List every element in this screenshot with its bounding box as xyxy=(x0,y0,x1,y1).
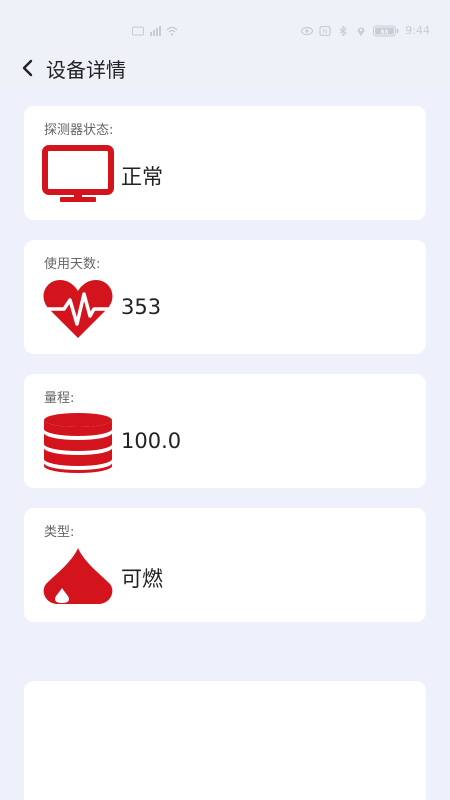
svg-text:N: N xyxy=(323,28,328,35)
eye-icon xyxy=(301,26,314,35)
battery-icon: 88 xyxy=(373,25,399,36)
page-title: 设备详情 xyxy=(46,58,126,82)
type-value: 可燃 xyxy=(121,567,163,591)
range-label: 量程: xyxy=(44,391,75,406)
range-value: 100.0 xyxy=(121,429,182,453)
detector-status-value: 正常 xyxy=(121,165,163,189)
title-bar: 设备详情 xyxy=(0,44,450,90)
status-right-icons: N 88 9:44 xyxy=(301,24,430,37)
days-used-label: 使用天数: xyxy=(44,257,101,272)
bluetooth-icon xyxy=(339,25,348,36)
detector-status-label: 探测器状态: xyxy=(44,123,114,138)
status-time: 9:44 xyxy=(405,24,430,37)
flame-drop-icon xyxy=(43,548,113,604)
signal-icon xyxy=(150,26,161,36)
wifi-icon xyxy=(166,26,178,36)
hd-icon xyxy=(132,26,144,36)
heartbeat-icon xyxy=(42,280,114,338)
back-button[interactable] xyxy=(16,56,40,80)
svg-text:88: 88 xyxy=(381,28,389,36)
range-card: 量程: 100.0 xyxy=(24,374,426,488)
monitor-icon xyxy=(42,145,114,202)
chevron-left-icon xyxy=(22,59,33,77)
type-label: 类型: xyxy=(44,525,75,540)
status-left-icons xyxy=(132,26,178,36)
days-used-value: 353 xyxy=(121,295,162,319)
bottom-panel xyxy=(24,681,426,800)
detector-status-card: 探测器状态: 正常 xyxy=(24,106,426,220)
database-icon xyxy=(44,413,112,473)
days-used-card: 使用天数: 353 xyxy=(24,240,426,354)
nfc-icon: N xyxy=(319,25,331,36)
type-card: 类型: 可燃 xyxy=(24,508,426,622)
status-bar: N 88 9:44 xyxy=(0,0,450,44)
location-icon xyxy=(357,27,365,36)
